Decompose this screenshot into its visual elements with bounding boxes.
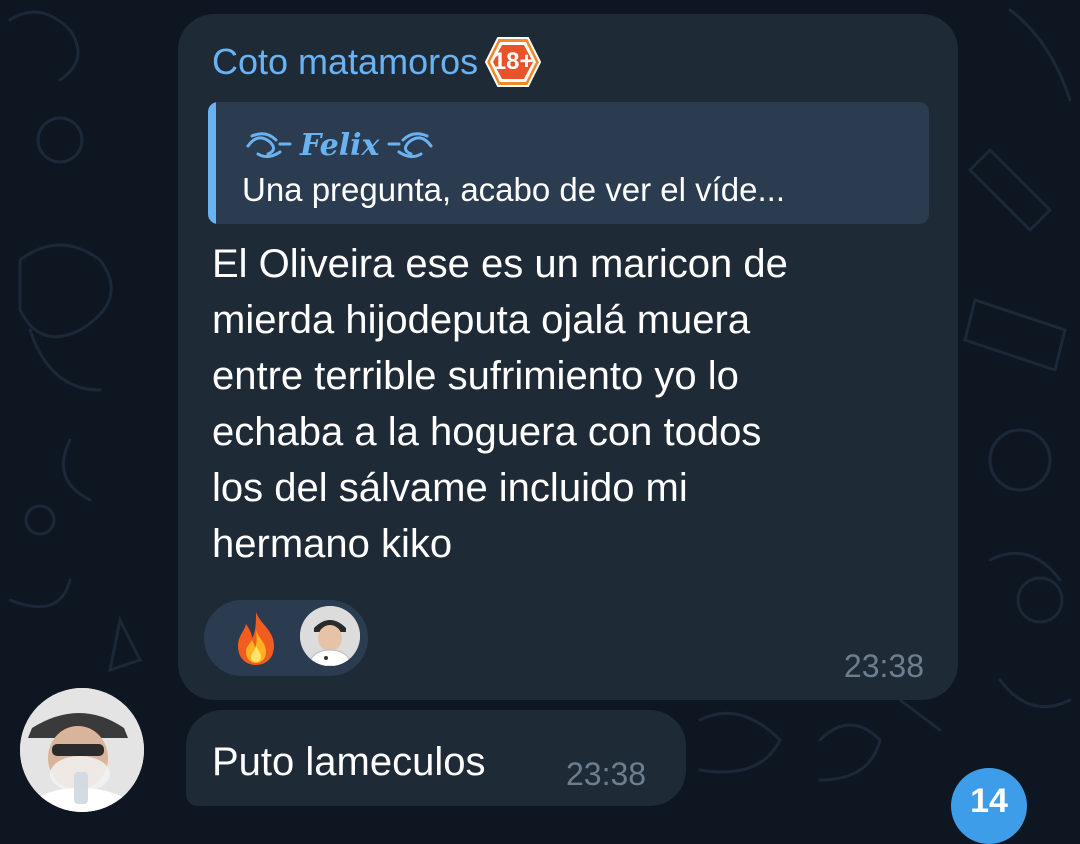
sender-name[interactable]: Coto matamoros [212, 40, 478, 84]
message-text: El Oliveira ese es un maricon de mierda … [212, 236, 912, 572]
reply-preview-text: Una pregunta, acabo de ver el víde... [242, 171, 786, 208]
ornament-right-icon [387, 132, 433, 159]
message-line: El Oliveira ese es un maricon de [212, 242, 788, 286]
fire-emoji-icon[interactable] [226, 608, 286, 668]
age-18-plus-icon: 18+ [484, 36, 542, 88]
message-timestamp: 23:38 [843, 648, 924, 684]
message-bubble-2[interactable]: Puto lameculos 23:38 [186, 710, 686, 806]
reply-author-row: Felix [244, 120, 435, 170]
sender-avatar[interactable] [20, 688, 144, 812]
reaction-user-avatar[interactable] [300, 606, 360, 666]
message-line: hermano kiko [212, 522, 453, 566]
message-line: mierda hijodeputa ojalá muera [212, 298, 751, 342]
message-text-2: Puto lameculos [212, 740, 486, 784]
reactions-bar[interactable] [204, 600, 368, 676]
unread-count-badge[interactable]: 14 [951, 768, 1027, 844]
message-line: entre terrible sufrimiento yo lo [212, 354, 739, 398]
ornament-left-icon [246, 132, 292, 159]
reply-accent-bar [208, 102, 216, 224]
message-timestamp-2: 23:38 [566, 756, 647, 792]
reply-quote[interactable]: Felix Una pregunta, acabo de ver el víde… [208, 102, 929, 224]
reply-author: Felix [300, 127, 380, 163]
age-badge-label: 18+ [492, 48, 534, 75]
message-line: echaba a la hoguera con todos [212, 410, 762, 454]
sender-row: Coto matamoros 18+ [212, 36, 542, 88]
message-line: los del sálvame incluido mi [212, 466, 688, 510]
message-bubble[interactable]: Coto matamoros 18+ Felix Una pregunta, a… [178, 14, 958, 700]
